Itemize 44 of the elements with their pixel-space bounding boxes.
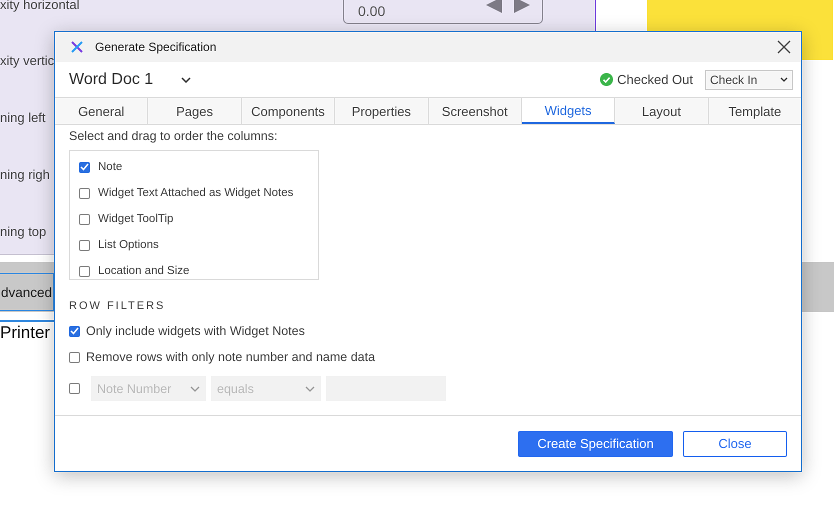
app-logo-icon — [71, 41, 83, 53]
filter-label: Only include widgets with Widget Notes — [86, 324, 305, 338]
checkbox[interactable] — [79, 188, 90, 198]
close-button[interactable]: Close — [683, 430, 787, 456]
check-circle-icon — [600, 73, 614, 86]
property-label: xity vertic — [0, 53, 54, 68]
tab[interactable]: Pages — [148, 98, 242, 124]
create-button[interactable]: Create Specification — [518, 430, 673, 456]
instruction-text: Select and drag to order the columns: — [69, 129, 278, 143]
checkbox[interactable] — [79, 266, 90, 276]
arrow-buttons-icon[interactable] — [486, 0, 530, 13]
property-label: ning top — [0, 224, 46, 239]
number-field[interactable]: 0.00 — [343, 0, 543, 24]
tab[interactable]: General — [55, 98, 148, 124]
tab[interactable]: Layout — [615, 98, 709, 124]
filter-label: Remove rows with only note number and name data — [86, 350, 376, 364]
tab[interactable]: Template — [708, 98, 801, 124]
chevron-icon — [780, 77, 788, 82]
column-label: List Options — [98, 239, 159, 251]
tab[interactable]: Components — [242, 98, 336, 124]
check-in-dropdown[interactable]: Check In — [705, 70, 793, 90]
checkbox[interactable] — [79, 162, 90, 172]
column-label: Widget Text Attached as Widget Notes — [98, 187, 294, 199]
chevron-icon — [190, 386, 200, 392]
dialog-title: Generate Specification — [95, 40, 218, 54]
column-label: Note — [98, 161, 122, 173]
checkbox[interactable] — [69, 326, 80, 336]
document-dropdown[interactable]: Word Doc 1 — [69, 70, 209, 88]
close-icon[interactable] — [777, 40, 791, 54]
tab[interactable]: Properties — [335, 98, 428, 124]
section-heading: ROW FILTERS — [69, 300, 166, 312]
checkbox[interactable] — [79, 214, 90, 224]
status-label: Checked Out — [617, 72, 693, 87]
property-label: ning left — [0, 110, 46, 125]
chevron-icon — [305, 386, 315, 392]
advanced-button[interactable]: dvanced — [0, 273, 54, 311]
checkbox[interactable] — [79, 240, 90, 250]
column-label: Location and Size — [98, 265, 190, 277]
column-label: Widget ToolTip — [98, 213, 174, 225]
property-label: ning righ — [0, 167, 50, 182]
checkbox[interactable] — [69, 352, 80, 362]
tab[interactable]: Widgets — [522, 98, 616, 124]
printer-label: Printer — [0, 323, 50, 342]
chevron-icon — [181, 76, 192, 82]
